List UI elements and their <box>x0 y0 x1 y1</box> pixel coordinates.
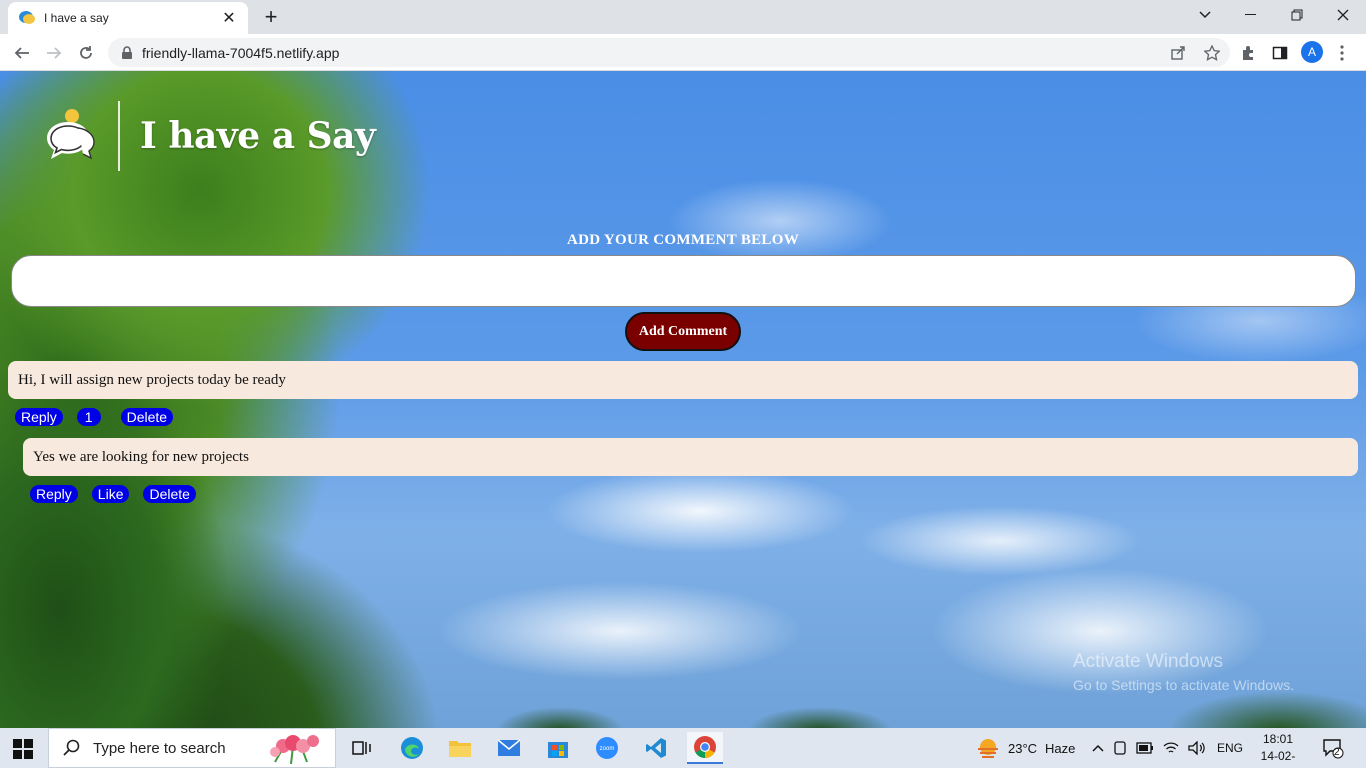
back-icon[interactable] <box>9 40 35 66</box>
weather-haze-icon <box>978 739 998 758</box>
forward-icon[interactable] <box>41 40 67 66</box>
site-favicon-icon <box>19 11 35 24</box>
wifi-icon[interactable] <box>1163 741 1179 755</box>
reload-icon[interactable] <box>73 40 99 66</box>
close-tab-icon[interactable]: ✕ <box>220 8 238 28</box>
activate-windows-watermark: Activate Windows Go to Settings to activ… <box>1073 651 1294 693</box>
windows-start-icon[interactable] <box>12 738 34 760</box>
url-text: friendly-llama-7004f5.netlify.app <box>142 44 340 61</box>
weather-desc: Haze <box>1045 740 1076 756</box>
notification-count: 2 <box>1334 747 1340 758</box>
comment-input[interactable] <box>11 255 1356 307</box>
add-comment-button[interactable]: Add Comment <box>625 312 741 351</box>
taskbar: Type here to search zoom 23°C Haze ENG 1… <box>0 728 1366 768</box>
bookmark-star-icon[interactable] <box>1202 43 1222 63</box>
notification-center[interactable]: 2 <box>1322 728 1344 768</box>
weather-temp: 23°C <box>1008 740 1038 756</box>
delete-button[interactable]: Delete <box>143 485 196 503</box>
comment-item: Hi, I will assign new projects today be … <box>8 361 1358 399</box>
microsoft-store-icon[interactable] <box>540 732 576 764</box>
taskbar-search[interactable]: Type here to search <box>48 728 336 768</box>
browser-toolbar: friendly-llama-7004f5.netlify.app <box>0 34 1366 71</box>
weather-widget[interactable]: 23°C Haze <box>976 728 1075 768</box>
like-button[interactable]: Like <box>91 485 130 503</box>
taskbar-clock[interactable]: 18:01 14-02-2023 <box>1248 731 1308 768</box>
browser-tabstrip: I have a say ✕ + <box>0 0 1366 34</box>
comment-actions: Reply Like Delete <box>30 485 196 503</box>
show-hidden-icons-icon[interactable] <box>1092 743 1104 753</box>
comment-text: Hi, I will assign new projects today be … <box>18 371 286 388</box>
side-panel-icon[interactable] <box>1267 40 1293 66</box>
search-icon <box>63 739 80 756</box>
vscode-icon[interactable] <box>638 732 674 764</box>
site-header: I have a Say <box>44 101 376 171</box>
reply-item: Yes we are looking for new projects <box>23 438 1358 476</box>
comment-form-heading: ADD YOUR COMMENT BELOW <box>566 232 800 248</box>
page-content: I have a Say ADD YOUR COMMENT BELOW Add … <box>0 71 1366 728</box>
notification-icon <box>1323 739 1344 759</box>
svg-text:zoom: zoom <box>600 746 615 752</box>
extensions-icon[interactable] <box>1235 40 1261 66</box>
mail-icon[interactable] <box>491 732 527 764</box>
reply-button[interactable]: Reply <box>30 485 78 503</box>
share-icon[interactable] <box>1168 43 1188 63</box>
speech-bubbles-logo-icon <box>47 109 95 160</box>
restore-icon[interactable] <box>1274 0 1320 30</box>
volume-icon[interactable] <box>1188 741 1206 755</box>
reply-button[interactable]: Reply <box>15 408 63 426</box>
address-bar[interactable]: friendly-llama-7004f5.netlify.app <box>108 38 1230 67</box>
site-title: I have a Say <box>140 115 376 157</box>
zoom-app-icon[interactable]: zoom <box>589 732 625 764</box>
header-divider <box>118 101 120 171</box>
search-placeholder: Type here to search <box>93 739 226 757</box>
clock-time: 18:01 <box>1262 732 1294 746</box>
comment-actions: Reply 1 Delete <box>15 408 174 426</box>
chrome-icon[interactable] <box>687 732 723 764</box>
new-tab-icon[interactable]: + <box>258 4 284 30</box>
input-language[interactable]: ENG <box>1217 741 1243 755</box>
system-tray: ENG <box>1092 728 1243 768</box>
browser-menu-icon[interactable] <box>1329 40 1355 66</box>
task-view-icon[interactable] <box>344 732 380 764</box>
meet-now-icon[interactable] <box>1113 740 1127 756</box>
lock-icon <box>122 45 132 59</box>
tab-search-icon[interactable] <box>1182 0 1228 30</box>
file-explorer-icon[interactable] <box>442 732 478 764</box>
profile-avatar[interactable]: A <box>1301 41 1323 63</box>
minimize-icon[interactable] <box>1228 0 1274 30</box>
watermark-subtitle: Go to Settings to activate Windows. <box>1073 677 1294 693</box>
tab-title: I have a say <box>44 11 109 25</box>
comment-text: Yes we are looking for new projects <box>33 448 249 465</box>
clock-date: 14-02-2023 <box>1260 749 1296 768</box>
battery-icon[interactable] <box>1136 742 1154 754</box>
flowers-decoration-icon <box>270 735 319 765</box>
browser-tab[interactable]: I have a say ✕ <box>8 2 248 34</box>
delete-button[interactable]: Delete <box>120 408 174 426</box>
watermark-title: Activate Windows <box>1073 651 1223 672</box>
edge-browser-icon[interactable] <box>394 732 430 764</box>
close-window-icon[interactable] <box>1320 0 1366 30</box>
like-count-button[interactable]: 1 <box>76 408 101 426</box>
